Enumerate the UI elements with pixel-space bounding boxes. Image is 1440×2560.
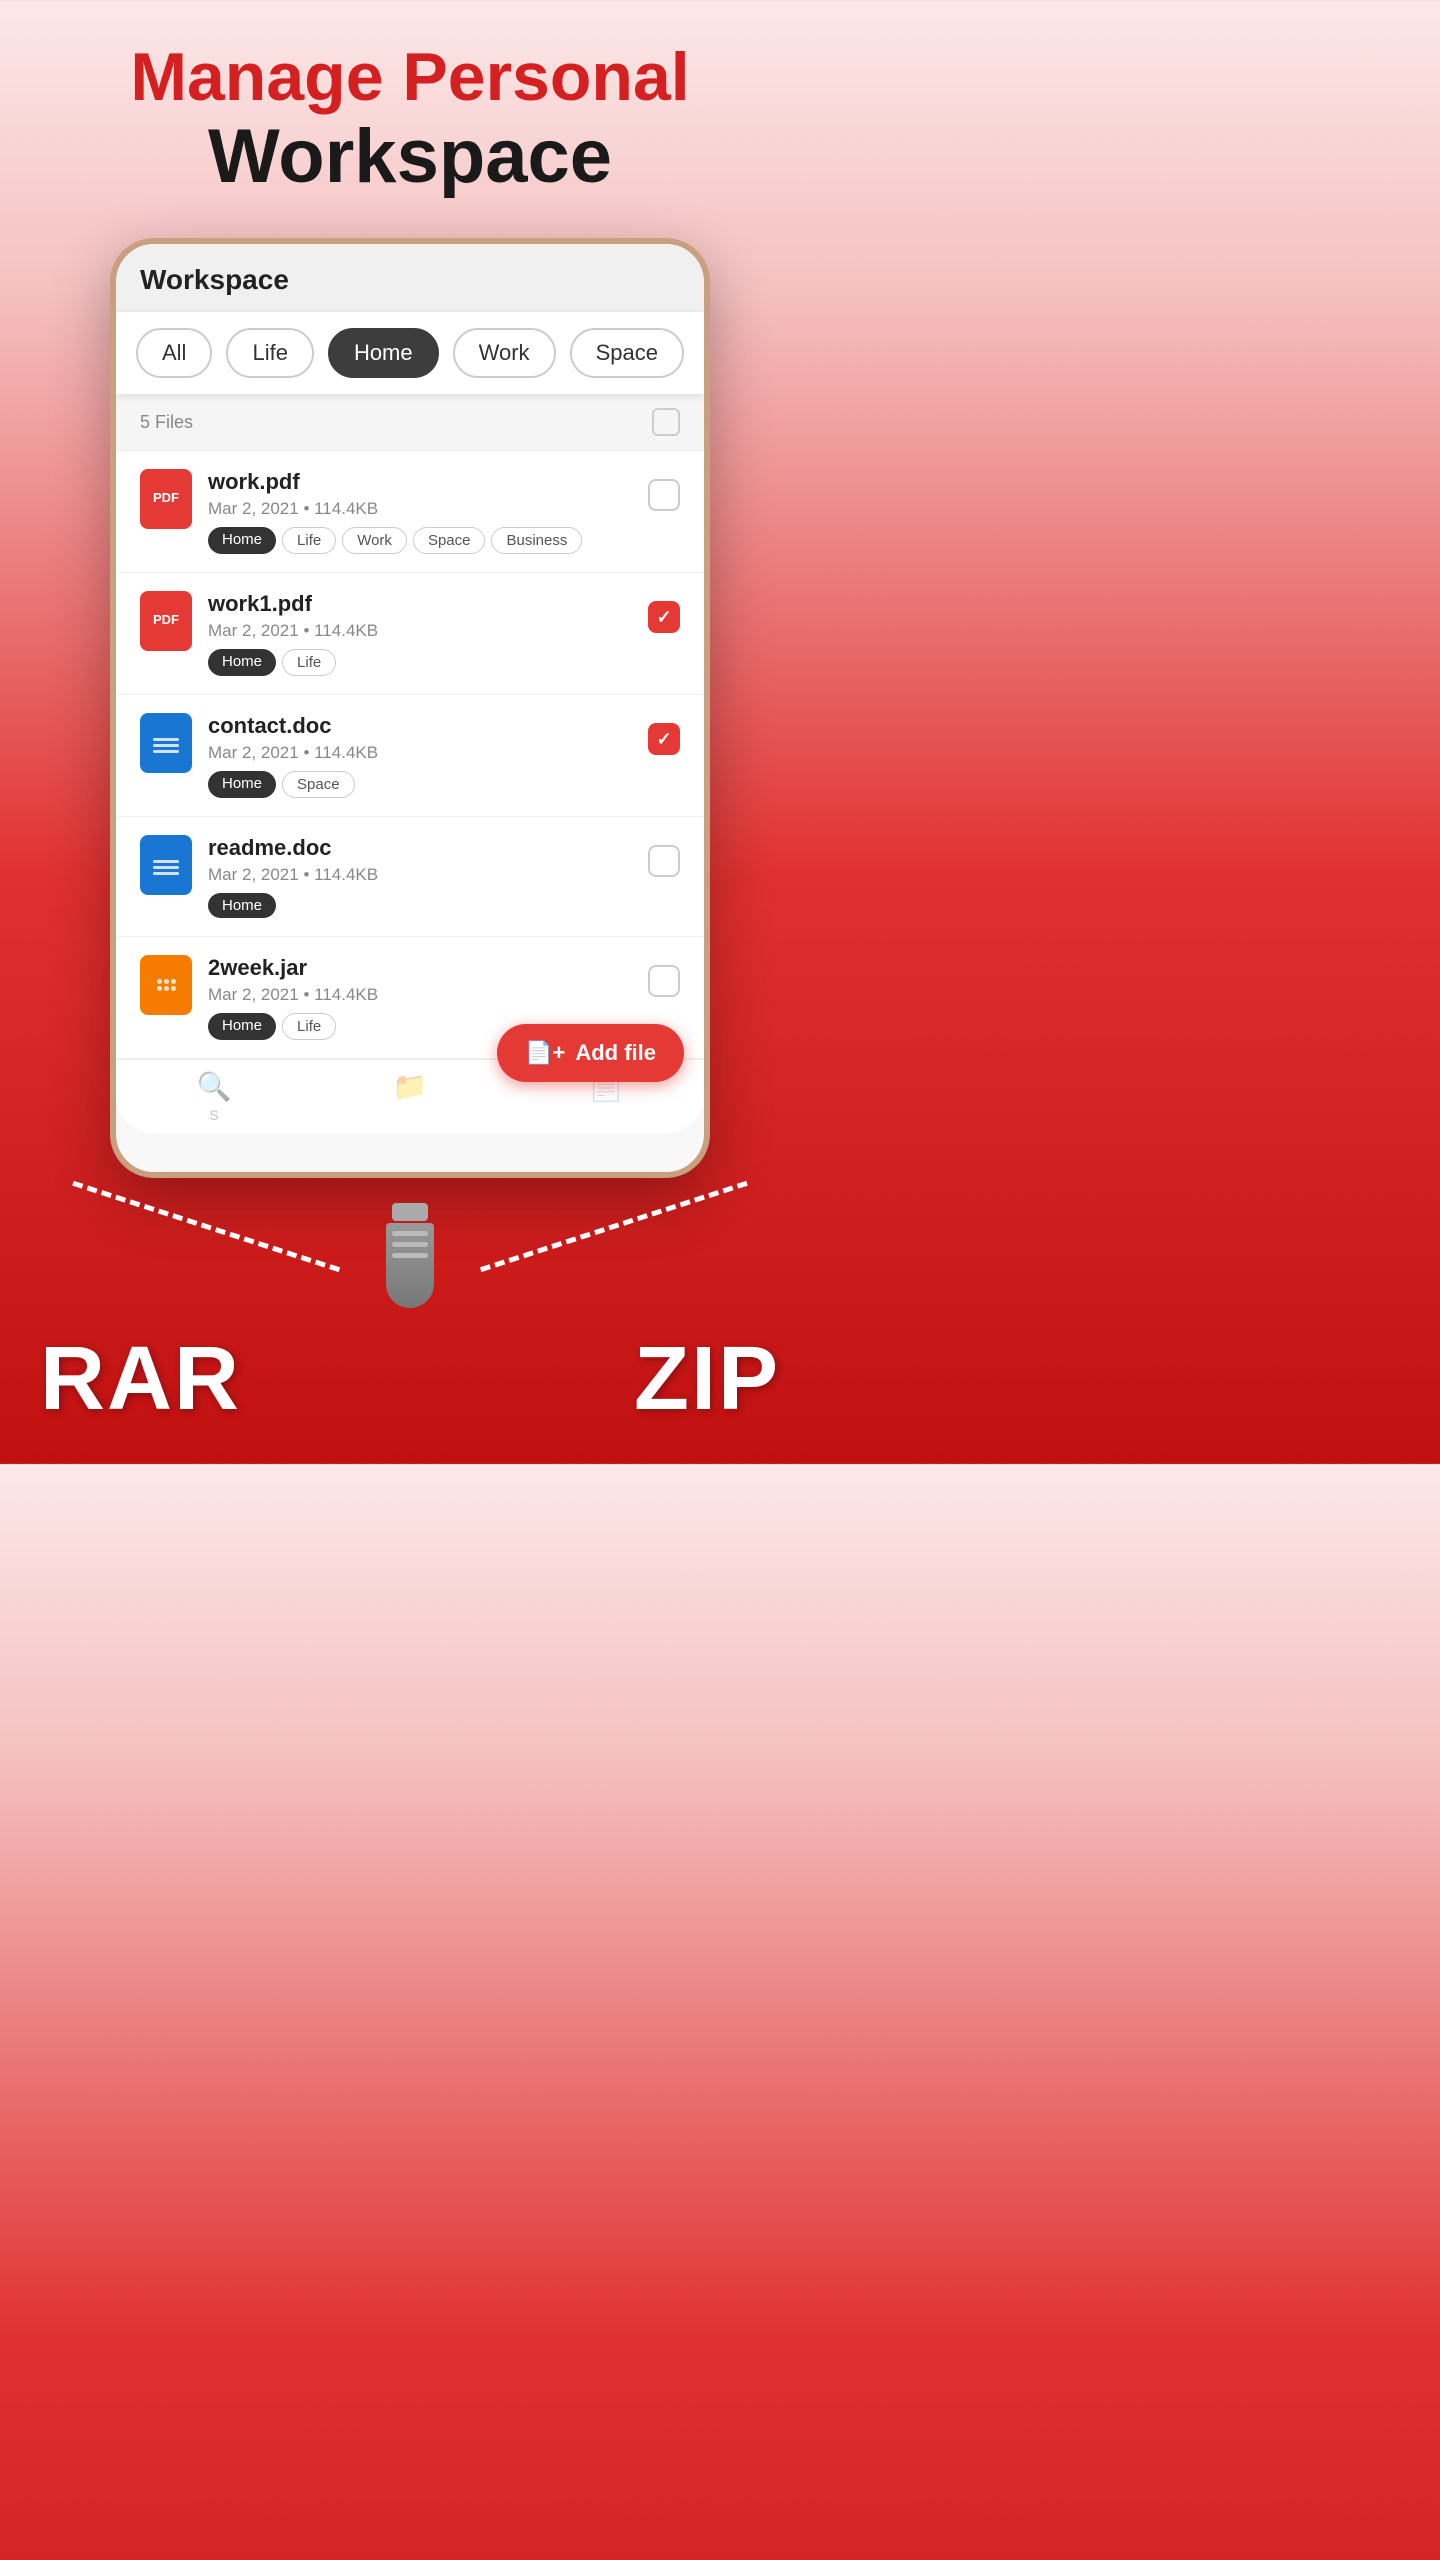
file-tag: Home — [208, 1013, 276, 1040]
files-count-bar: 5 Files — [116, 394, 704, 451]
file-tag: Life — [282, 649, 336, 676]
rar-label: RAR — [40, 1328, 241, 1431]
file-item: readme.doc Mar 2, 2021 • 114.4KB Home — [116, 817, 704, 937]
hero-title-line2: Workspace — [20, 115, 800, 199]
file-info: contact.doc Mar 2, 2021 • 114.4KB HomeSpac… — [208, 713, 632, 798]
file-tag: Home — [208, 527, 276, 554]
files-count: 5 Files — [140, 412, 193, 433]
file-name: work.pdf — [208, 469, 632, 495]
file-tag: Business — [491, 527, 582, 554]
file-checkbox[interactable]: ✓ — [648, 723, 680, 755]
file-name: readme.doc — [208, 835, 632, 861]
file-info: readme.doc Mar 2, 2021 • 114.4KB Home — [208, 835, 632, 918]
file-meta: Mar 2, 2021 • 114.4KB — [208, 985, 632, 1005]
zip-label: ZIP — [634, 1328, 780, 1431]
file-item: contact.doc Mar 2, 2021 • 114.4KB HomeSpac… — [116, 695, 704, 817]
file-type-icon — [140, 955, 192, 1015]
add-file-icon: 📄+ — [525, 1040, 565, 1066]
zipper-left-line — [72, 1181, 340, 1272]
select-all-checkbox[interactable] — [652, 408, 680, 436]
file-type-icon — [140, 835, 192, 895]
filter-chip-home[interactable]: Home — [328, 328, 439, 378]
file-tag: Space — [413, 527, 486, 554]
workspace-title: Workspace — [140, 264, 289, 295]
file-item: PDF work.pdf Mar 2, 2021 • 114.4KB HomeLif… — [116, 451, 704, 573]
file-type-icon: PDF — [140, 591, 192, 651]
nav-folder[interactable]: 📁 — [393, 1070, 428, 1123]
file-meta: Mar 2, 2021 • 114.4KB — [208, 621, 632, 641]
file-info: work.pdf Mar 2, 2021 • 114.4KB HomeLifeWor… — [208, 469, 632, 554]
file-name: 2week.jar — [208, 955, 632, 981]
file-item: PDF work1.pdf Mar 2, 2021 • 114.4KB HomeLi… — [116, 573, 704, 695]
phone-mockup: Workspace AllLifeHomeWorkSpace 5 Files P… — [110, 238, 710, 1178]
file-meta: Mar 2, 2021 • 114.4KB — [208, 499, 632, 519]
file-tags: Home — [208, 893, 632, 918]
file-tags: HomeSpace — [208, 771, 632, 798]
add-file-button[interactable]: 📄+ Add file — [497, 1024, 684, 1082]
filter-chip-space[interactable]: Space — [570, 328, 684, 378]
file-info: work1.pdf Mar 2, 2021 • 114.4KB HomeLife — [208, 591, 632, 676]
zipper-pull — [386, 1203, 434, 1308]
add-file-label: Add file — [575, 1040, 656, 1066]
hero-title-line1: Manage Personal — [20, 40, 800, 115]
phone-container: Workspace AllLifeHomeWorkSpace 5 Files P… — [100, 238, 720, 1178]
file-tag: Home — [208, 771, 276, 798]
file-meta: Mar 2, 2021 • 114.4KB — [208, 743, 632, 763]
file-checkbox[interactable] — [648, 479, 680, 511]
file-tags: HomeLifeWorkSpaceBusiness — [208, 527, 632, 554]
search-icon: 🔍 — [197, 1070, 232, 1103]
folder-icon: 📁 — [393, 1070, 428, 1103]
file-type-icon — [140, 713, 192, 773]
file-checkbox[interactable] — [648, 845, 680, 877]
file-tags: HomeLife — [208, 649, 632, 676]
file-tag: Home — [208, 649, 276, 676]
file-name: work1.pdf — [208, 591, 632, 617]
file-tag: Work — [342, 527, 407, 554]
hero-section: Manage Personal Workspace — [0, 0, 820, 218]
bottom-labels: RAR ZIP — [0, 1318, 820, 1441]
file-tag: Space — [282, 771, 355, 798]
file-list: PDF work.pdfMar 2, 2021 • 114.4KBHomeLif… — [116, 451, 704, 1059]
file-name: contact.doc — [208, 713, 632, 739]
filter-bar: All Life Home Work Space — [116, 312, 704, 394]
file-checkbox[interactable]: ✓ — [648, 601, 680, 633]
file-type-icon: PDF — [140, 469, 192, 529]
zipper-right-line — [480, 1181, 748, 1272]
file-tag: Home — [208, 893, 276, 918]
filter-chip-all[interactable]: All — [136, 328, 212, 378]
filter-chip-work[interactable]: Work — [453, 328, 556, 378]
nav-search[interactable]: 🔍 S — [197, 1070, 232, 1123]
filter-chip-life[interactable]: Life — [226, 328, 313, 378]
file-checkbox[interactable] — [648, 965, 680, 997]
file-tag: Life — [282, 1013, 336, 1040]
bottom-area: RAR ZIP — [0, 1148, 820, 1461]
phone-header: Workspace — [116, 244, 704, 312]
file-meta: Mar 2, 2021 • 114.4KB — [208, 865, 632, 885]
file-tag: Life — [282, 527, 336, 554]
